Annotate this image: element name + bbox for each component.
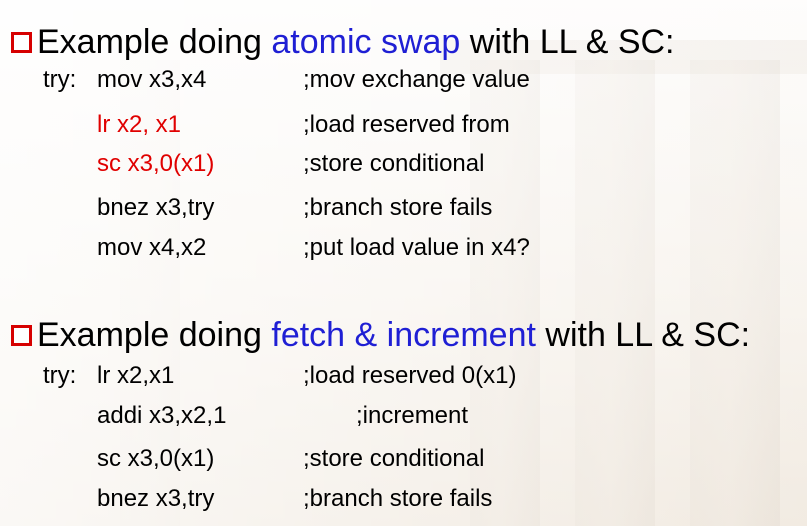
code-instruction: mov x3,x4 [97,66,207,93]
heading-highlight: fetch & increment [271,316,536,354]
square-bullet-icon [11,31,32,53]
code-label: try: [43,66,77,93]
section-heading-atomic-swap: Example doing atomic swap with LL & SC: [11,20,675,64]
heading-text: Example doing [37,23,272,61]
code-instruction: lr x2, x1 [97,111,182,138]
code-instruction: bnez x3,try [97,485,215,512]
code-instruction: sc x3,0(x1) [97,445,215,472]
code-comment: ;increment [356,402,469,429]
code-comment: ;store conditional [303,150,485,177]
code-comment: ;load reserved from [303,111,510,138]
code-instruction: mov x4,x2 [97,234,207,261]
code-comment: ;put load value in x4? [303,234,530,261]
section-heading-fetch-increment: Example doing fetch & increment with LL … [11,313,750,357]
code-instruction: bnez x3,try [97,194,215,221]
code-comment: ;store conditional [303,445,485,472]
heading-text: with LL & SC: [535,316,751,354]
code-instruction: addi x3,x2,1 [97,402,227,429]
code-comment: ;mov exchange value [303,66,530,93]
code-comment: ;load reserved 0(x1) [303,362,517,389]
code-comment: ;branch store fails [303,194,493,221]
code-instruction: lr x2,x1 [97,362,175,389]
code-comment: ;branch store fails [303,485,493,512]
heading-text: with LL & SC: [460,23,675,61]
code-instruction: sc x3,0(x1) [97,150,215,177]
square-bullet-icon [11,324,32,346]
heading-highlight: atomic swap [271,23,461,61]
code-label: try: [43,362,77,389]
heading-text: Example doing [37,316,272,354]
slide-content: Example doing atomic swap with LL & SC: … [0,0,807,526]
